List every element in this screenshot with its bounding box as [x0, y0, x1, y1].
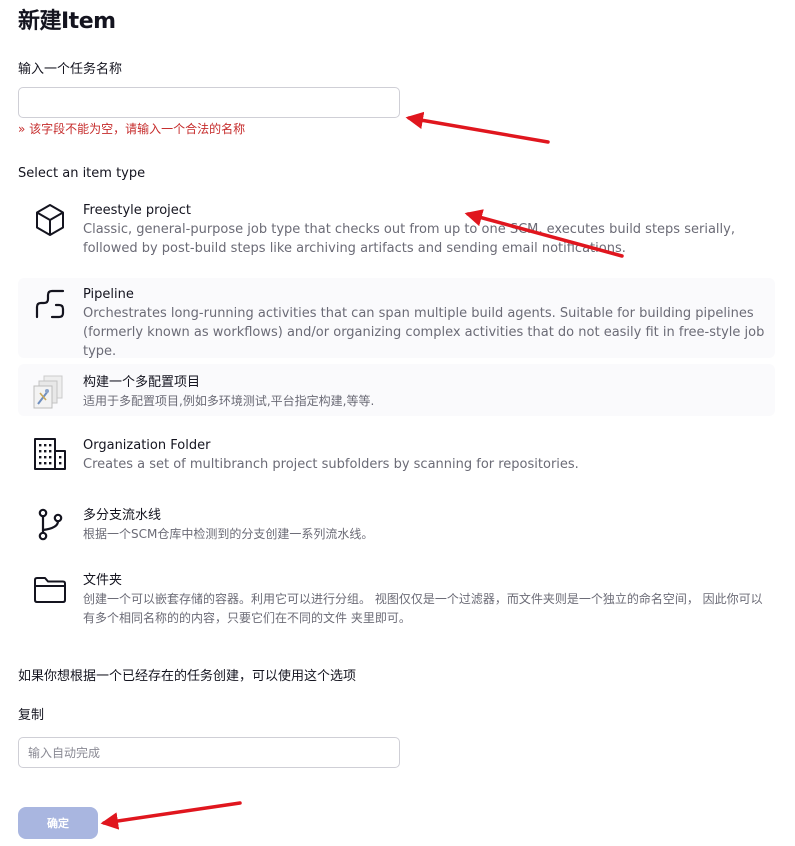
item-type-multi-config[interactable]: 构建一个多配置项目 适用于多配置项目,例如多环境测试,平台指定构建,等等.: [18, 364, 775, 416]
cube-icon: [32, 202, 68, 238]
copy-from-input[interactable]: [18, 737, 400, 768]
item-description: Classic, general-purpose job type that c…: [83, 222, 735, 256]
item-name-input[interactable]: [18, 87, 400, 118]
item-name: 构建一个多配置项目: [83, 375, 201, 390]
name-field-label: 输入一个任务名称: [18, 62, 123, 77]
item-description: Orchestrates long-running activities tha…: [83, 306, 765, 359]
item-name: Pipeline: [83, 287, 134, 302]
arrow-to-name-input: [405, 111, 550, 144]
item-type-multibranch-pipeline[interactable]: 多分支流水线 根据一个SCM仓库中检测到的分支创建一系列流水线。: [18, 498, 775, 550]
item-description: 创建一个可以嵌套存储的容器。利用它可以进行分组。 视图仅仅是一个过滤器，而文件夹…: [83, 592, 763, 625]
item-type-heading: Select an item type: [18, 166, 146, 181]
ok-button[interactable]: 确定: [18, 807, 98, 839]
copy-label: 复制: [18, 708, 45, 723]
item-description: 根据一个SCM仓库中检测到的分支创建一系列流水线。: [83, 527, 374, 541]
page-title: 新建Item: [18, 9, 116, 34]
item-name: Freestyle project: [83, 203, 192, 218]
item-name: 文件夹: [83, 573, 123, 588]
item-description: 适用于多配置项目,例如多环境测试,平台指定构建,等等.: [83, 394, 375, 408]
building-icon: [32, 436, 68, 472]
name-error-message: » 该字段不能为空，请输入一个合法的名称: [18, 122, 246, 136]
branch-icon: [32, 506, 68, 542]
item-type-organization-folder[interactable]: Organization Folder Creates a set of mul…: [18, 430, 775, 482]
item-description: Creates a set of multibranch project sub…: [83, 457, 579, 472]
multi-config-icon: [32, 374, 68, 410]
copy-hint: 如果你想根据一个已经存在的任务创建，可以使用这个选项: [18, 669, 357, 684]
item-type-freestyle[interactable]: Freestyle project Classic, general-purpo…: [18, 194, 775, 270]
arrow-to-ok-button: [100, 801, 242, 830]
item-type-pipeline[interactable]: Pipeline Orchestrates long-running activ…: [18, 278, 775, 359]
pipeline-icon: [32, 286, 68, 322]
item-name: Organization Folder: [83, 438, 211, 453]
item-name: 多分支流水线: [83, 508, 162, 523]
item-type-folder[interactable]: 文件夹 创建一个可以嵌套存储的容器。利用它可以进行分组。 视图仅仅是一个过滤器，…: [18, 564, 775, 630]
folder-icon: [32, 572, 68, 608]
